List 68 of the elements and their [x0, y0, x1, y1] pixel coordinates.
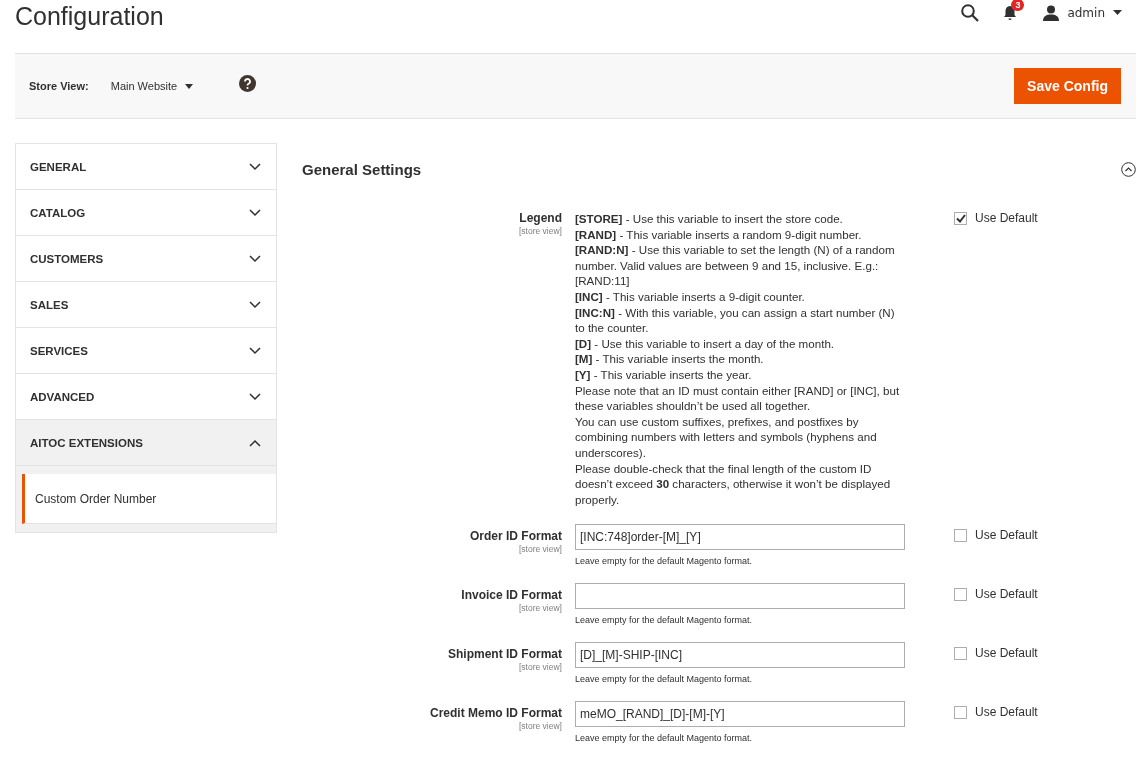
search-icon[interactable] — [961, 3, 980, 22]
use-default-label: Use Default — [975, 587, 1038, 602]
checkbox[interactable] — [954, 705, 967, 719]
text-input[interactable]: meMO_[RAND]_[D]-[M]-[Y] — [575, 701, 905, 728]
text-input[interactable] — [575, 583, 905, 610]
sidebar-tab[interactable]: CATALOG — [15, 190, 277, 236]
caret-icon — [185, 83, 194, 89]
scope-dropdown[interactable]: Main Website — [110, 80, 194, 92]
scope-label: [store view] — [518, 603, 562, 614]
user-menu[interactable]: admin — [1043, 4, 1122, 21]
sidebar-tab[interactable]: AITOC EXTENSIONS — [15, 420, 277, 466]
legend-text: [STORE] - Use this variable to insert the store code. — [575, 211, 844, 227]
help-text: Leave empty for the default Magento format. — [575, 556, 754, 567]
legend-text: [Y] - This variable inserts the year. — [575, 366, 753, 383]
chevron-icon — [249, 392, 261, 401]
legend-text: Please note that an ID must contain either [RAND] or [INC], but these variables shouldn’t be used all together. — [575, 382, 901, 414]
chevron-icon — [249, 208, 261, 217]
field-label: Credit Memo ID Format — [430, 706, 562, 721]
scope-label: [store view] — [518, 721, 562, 732]
sidebar-tab[interactable]: CUSTOMERS — [15, 236, 277, 282]
help-text: Leave empty for the default Magento format. — [575, 733, 754, 744]
page-title: Configuration — [15, 2, 165, 31]
sidebar-link[interactable]: Custom Order Number — [22, 474, 276, 524]
use-default-label: Use Default — [975, 528, 1038, 543]
use-default-label: Use Default — [975, 646, 1038, 661]
use-default-label: Use Default — [975, 211, 1038, 225]
sidebar-tab[interactable]: GENERAL — [15, 143, 277, 190]
sidebar-tab[interactable]: SALES — [15, 282, 277, 328]
scope-label: [store view] — [518, 662, 562, 673]
help-text: Leave empty for the default Magento format. — [575, 615, 754, 626]
field-label: Invoice ID Format — [461, 588, 562, 603]
chevron-icon — [249, 438, 261, 447]
notification-count: 3 — [1011, 0, 1025, 11]
text-input[interactable]: [D]_[M]-SHIP-[INC] — [575, 642, 905, 669]
legend-text: [INC] - This variable inserts a 9-digit counter. — [575, 288, 806, 305]
legend-text: [INC:N] - With this variable, you can assign a start number (N) to the counter. — [575, 304, 896, 336]
checkbox[interactable] — [954, 211, 967, 225]
scope-label: [store view] — [518, 226, 562, 236]
field-label: Legend — [519, 211, 562, 225]
legend-text: Please double-check that the final length of the custom ID doesn’t exceed 30 characters, otherwise it won’t be displayed properly. — [575, 460, 892, 508]
help-icon[interactable] — [239, 74, 257, 92]
store-view-label: Store View: — [29, 80, 89, 92]
caret-icon — [1113, 10, 1122, 15]
sidebar-tab[interactable]: ADVANCED — [15, 374, 277, 420]
user-icon — [1043, 4, 1060, 21]
sidebar-tab[interactable]: SERVICES — [15, 328, 277, 374]
legend-text: [D] - Use this variable to insert a day of the month. — [575, 335, 836, 352]
scope-label: [store view] — [518, 544, 562, 555]
legend-text: [RAND:N] - Use this variable to set the length (N) of a random number. Valid values are between 9 and 15, inclusive. E.g.: [RAND:11] — [575, 242, 896, 289]
chevron-icon — [249, 254, 261, 263]
field-label: Order ID Format — [470, 529, 562, 544]
help-text: Leave empty for the default Magento format. — [575, 674, 754, 685]
legend-text: [M] - This variable inserts the month. — [575, 351, 765, 367]
checkbox[interactable] — [954, 528, 967, 542]
section-title: General Settings — [302, 160, 422, 178]
chevron-icon — [249, 300, 261, 309]
field-label: Shipment ID Format — [448, 647, 562, 662]
chevron-icon — [249, 346, 261, 355]
use-default-label: Use Default — [975, 705, 1038, 720]
checkbox[interactable] — [954, 646, 967, 660]
legend-text: [RAND] - This variable inserts a random 9-digit number. — [575, 226, 863, 243]
save-config-button[interactable]: Save Config — [1014, 68, 1121, 104]
legend-text: You can use custom suffixes, prefixes, and postfixes by combining numbers with letters and symbols (hyphens and underscores). — [575, 413, 878, 461]
chevron-icon — [249, 162, 261, 171]
text-input[interactable]: [INC:748]order-[M]_[Y] — [575, 524, 905, 551]
collapse-icon[interactable] — [1121, 161, 1136, 177]
bell-icon[interactable] — [1003, 4, 1018, 21]
checkbox[interactable] — [954, 587, 967, 601]
